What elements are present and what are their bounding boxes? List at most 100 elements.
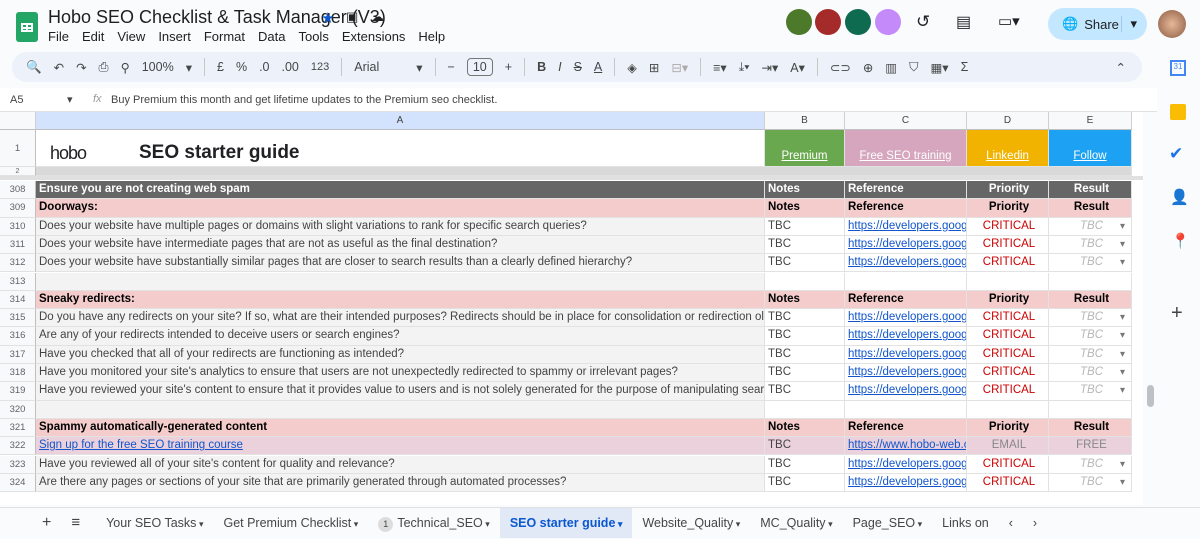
cell-d[interactable]: CRITICAL [967, 254, 1049, 273]
dropdown-chevron-icon[interactable]: ▾ [1120, 456, 1125, 473]
menu-extensions[interactable]: Extensions [342, 29, 406, 44]
tab-menu-icon[interactable]: ▾ [915, 519, 923, 529]
cell-c[interactable]: Reference [845, 418, 967, 438]
freeze-divider[interactable] [0, 176, 1143, 180]
dropdown-chevron-icon[interactable]: ▾ [1120, 474, 1125, 491]
cell-e[interactable]: TBC ▾ [1049, 455, 1132, 474]
cell-c[interactable]: https://developers.google [845, 364, 967, 383]
cell-c[interactable] [845, 272, 967, 291]
cell-d[interactable]: EMAIL [967, 437, 1049, 456]
cell-e[interactable]: TBC ▾ [1049, 309, 1132, 328]
row-header[interactable]: 316 [0, 327, 36, 346]
filter-views-icon[interactable]: ▦▾ [931, 60, 949, 75]
column-header-a[interactable]: A [36, 112, 765, 130]
meet-icon[interactable]: ▭▾ [998, 12, 1020, 30]
print-icon[interactable]: ⎙ [99, 60, 109, 75]
redo-icon[interactable]: ↷ [76, 60, 86, 75]
menu-help[interactable]: Help [418, 29, 445, 44]
bold-button[interactable]: B [537, 60, 546, 74]
cell-c[interactable]: https://developers.google [845, 345, 967, 364]
cell-d[interactable]: Priority [967, 199, 1049, 218]
column-header-e[interactable]: E [1049, 112, 1132, 130]
row-header[interactable]: 322 [0, 437, 36, 456]
row-header[interactable]: 2 [0, 167, 36, 176]
sheet-tab[interactable]: Links on [932, 508, 999, 538]
cell-d[interactable]: Priority [967, 418, 1049, 438]
sheet-tab[interactable]: Page_SEO ▾ [843, 508, 933, 538]
text-wrap-icon[interactable]: ⇥▾ [761, 60, 778, 75]
chevron-down-icon[interactable]: ▾ [416, 60, 422, 75]
sheet-tab[interactable]: SEO starter guide ▾ [499, 507, 633, 538]
collapse-toolbar-icon[interactable]: ⌃ [1116, 60, 1126, 75]
reference-link[interactable]: https://developers.google [848, 458, 966, 470]
tab-menu-icon[interactable]: ▾ [826, 519, 833, 529]
document-title[interactable]: Hobo SEO Checklist & Task Manager (V3) [48, 7, 386, 28]
column-header-c[interactable]: C [845, 112, 967, 130]
tab-menu-icon[interactable]: ▾ [615, 519, 623, 529]
sheets-logo[interactable] [16, 12, 38, 42]
reference-link[interactable]: https://developers.google [848, 348, 966, 360]
cell-b[interactable]: TBC [765, 437, 845, 456]
sheet-tab[interactable]: 1 Technical_SEO ▾ [368, 508, 500, 538]
row-header[interactable]: 324 [0, 473, 36, 493]
contacts-icon[interactable]: 👤 [1170, 188, 1189, 206]
cell-c[interactable]: https://developers.google [845, 327, 967, 346]
cell-c[interactable]: https://www.hobo-web.co [845, 437, 967, 456]
dropdown-chevron-icon[interactable]: ▾ [1120, 327, 1125, 344]
cell-d[interactable] [967, 400, 1049, 419]
cell-c[interactable]: https://developers.google [845, 473, 967, 493]
cell-e[interactable]: Result [1049, 181, 1132, 200]
decrease-decimal-button[interactable]: .0 [259, 60, 269, 74]
comments-icon[interactable]: ▤ [956, 12, 971, 32]
reference-link[interactable]: https://developers.google [848, 366, 966, 378]
increase-decimal-button[interactable]: .00 [282, 60, 299, 74]
collaborator-avatar[interactable] [815, 9, 841, 35]
functions-button[interactable]: Σ [961, 60, 969, 74]
row-header[interactable]: 315 [0, 309, 36, 328]
cell-d[interactable]: CRITICAL [967, 309, 1049, 328]
cell-b[interactable]: TBC [765, 364, 845, 383]
collaborator-avatar[interactable] [875, 9, 901, 35]
cell-a[interactable]: Have you checked that all of your redire… [36, 345, 765, 364]
search-icon[interactable]: 🔍 [26, 60, 42, 75]
cell-b[interactable]: Notes [765, 418, 845, 438]
cell-d[interactable]: CRITICAL [967, 364, 1049, 383]
row-header[interactable]: 314 [0, 290, 36, 310]
chevron-down-icon[interactable]: ▾ [67, 93, 73, 106]
font-size-input[interactable]: 10 [466, 58, 493, 76]
link-icon[interactable]: ⊂⊃ [830, 60, 851, 75]
tasks-icon[interactable]: ✔ [1169, 144, 1183, 164]
cell-b[interactable] [765, 272, 845, 291]
sheet-tab[interactable]: MC_Quality ▾ [750, 508, 842, 538]
cloud-status-icon[interactable]: ☁ [371, 9, 384, 25]
cell-e[interactable]: TBC ▾ [1049, 364, 1132, 383]
cell-a[interactable]: Does your website have intermediate page… [36, 235, 765, 255]
cell-b[interactable]: Notes [765, 290, 845, 310]
move-folder-icon[interactable]: ▣ [346, 9, 358, 25]
text-rotation-icon[interactable]: A▾ [790, 60, 805, 75]
row-header[interactable]: 317 [0, 345, 36, 364]
cell-b[interactable]: TBC [765, 217, 845, 236]
undo-icon[interactable]: ↶ [54, 60, 64, 75]
cell-e[interactable]: Result [1049, 418, 1132, 438]
cell-b[interactable] [765, 400, 845, 419]
cell-d[interactable]: CRITICAL [967, 455, 1049, 474]
row-header[interactable]: 319 [0, 382, 36, 401]
cell-e[interactable] [1049, 272, 1132, 291]
cell-c[interactable]: https://developers.google [845, 217, 967, 236]
cell-d[interactable]: CRITICAL [967, 345, 1049, 364]
row-header[interactable]: 320 [0, 400, 36, 419]
align-icon[interactable]: ≡▾ [713, 60, 727, 75]
cell-b[interactable]: Notes [765, 181, 845, 200]
reference-link[interactable]: https://developers.google [848, 311, 966, 323]
maps-icon[interactable]: 📍 [1171, 232, 1190, 250]
cell-a[interactable] [36, 272, 765, 291]
select-all-corner[interactable] [0, 112, 36, 130]
cell-e[interactable]: TBC ▾ [1049, 382, 1132, 401]
menu-edit[interactable]: Edit [82, 29, 104, 44]
zoom-select[interactable]: 100% [142, 60, 174, 74]
row-header[interactable]: 1 [0, 130, 36, 167]
cell-a[interactable]: Have you monitored your site's analytics… [36, 364, 765, 383]
filter-icon[interactable]: ⛉ [909, 60, 918, 75]
cell-d[interactable]: CRITICAL [967, 235, 1049, 255]
